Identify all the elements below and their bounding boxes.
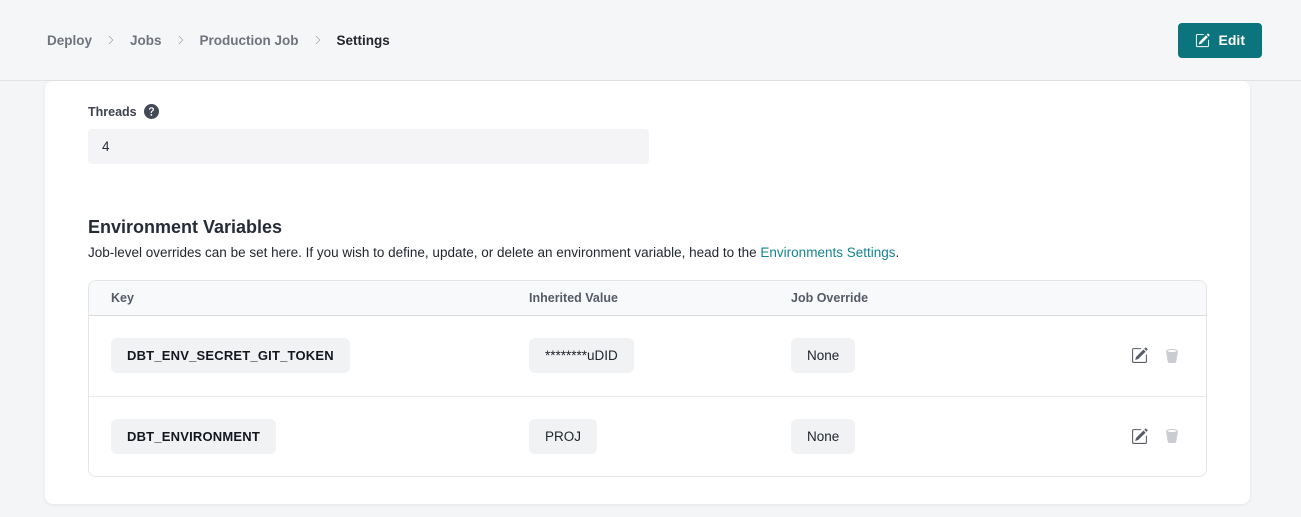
environment-variables-section: Environment Variables Job-level override…: [88, 217, 1207, 477]
env-vars-table: Key Inherited Value Job Override DBT_ENV…: [88, 280, 1207, 477]
content: Threads 4 Environment Variables Job-leve…: [0, 81, 1301, 517]
chevron-right-icon: [176, 35, 186, 45]
description-text: Job-level overrides can be set here. If …: [88, 245, 760, 260]
topbar: Deploy Jobs Production Job Settings Edit: [0, 0, 1301, 81]
chevron-right-icon: [106, 35, 116, 45]
chevron-right-icon: [313, 35, 323, 45]
environment-variables-description: Job-level overrides can be set here. If …: [88, 245, 1207, 262]
breadcrumb-item-production-job[interactable]: Production Job: [200, 33, 299, 48]
column-header-key: Key: [89, 291, 529, 305]
environments-settings-link[interactable]: Environments Settings: [760, 245, 895, 260]
breadcrumb-item-deploy[interactable]: Deploy: [47, 33, 92, 48]
env-var-inherited-value: PROJ: [529, 419, 597, 454]
threads-field: Threads 4: [88, 104, 1207, 164]
help-icon[interactable]: [144, 104, 159, 119]
column-header-inherited-value: Inherited Value: [529, 291, 791, 305]
edit-button[interactable]: Edit: [1178, 23, 1262, 58]
column-header-job-override: Job Override: [791, 291, 1076, 305]
threads-label: Threads: [88, 105, 137, 119]
edit-button-label: Edit: [1219, 32, 1245, 48]
delete-row-icon[interactable]: [1164, 348, 1180, 364]
edit-row-icon[interactable]: [1131, 347, 1148, 364]
breadcrumb-item-settings: Settings: [337, 33, 390, 48]
env-var-job-override: None: [791, 338, 855, 373]
env-var-inherited-value: ********uDID: [529, 338, 634, 373]
delete-row-icon[interactable]: [1164, 428, 1180, 444]
table-header-row: Key Inherited Value Job Override: [89, 281, 1206, 316]
table-row: DBT_ENV_SECRET_GIT_TOKEN ********uDID No…: [89, 316, 1206, 396]
env-var-job-override: None: [791, 419, 855, 454]
table-row: DBT_ENVIRONMENT PROJ None: [89, 396, 1206, 476]
edit-row-icon[interactable]: [1131, 428, 1148, 445]
breadcrumb: Deploy Jobs Production Job Settings: [47, 33, 390, 48]
environment-variables-title: Environment Variables: [88, 217, 1207, 238]
job-settings-card: Threads 4 Environment Variables Job-leve…: [45, 81, 1250, 504]
env-var-key: DBT_ENV_SECRET_GIT_TOKEN: [111, 338, 350, 373]
edit-icon: [1195, 33, 1210, 48]
env-var-key: DBT_ENVIRONMENT: [111, 419, 276, 454]
breadcrumb-item-jobs[interactable]: Jobs: [130, 33, 162, 48]
threads-input: 4: [88, 129, 649, 164]
description-period: .: [896, 245, 900, 260]
